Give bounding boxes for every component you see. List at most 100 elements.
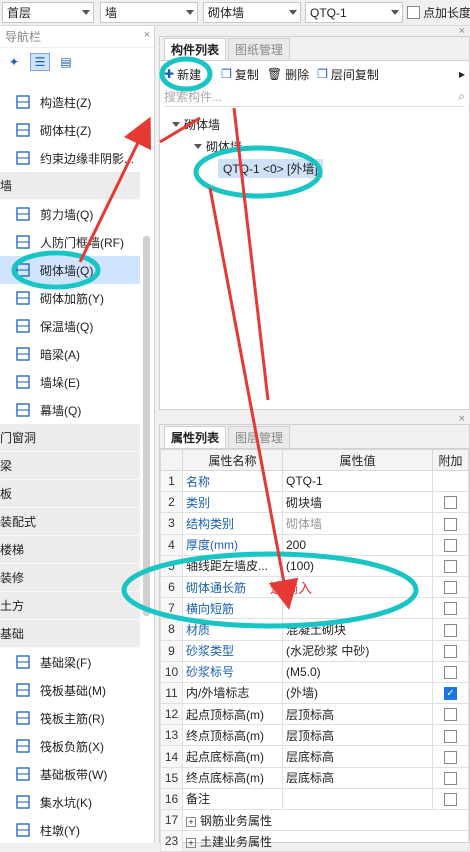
close-icon[interactable]: × xyxy=(459,413,465,425)
tab-component-list[interactable]: 构件列表 xyxy=(164,38,227,60)
table-row[interactable]: 23 + 土建业务属性 xyxy=(160,830,469,852)
new-button[interactable]: ✚ 新建 xyxy=(164,66,201,83)
checkbox-icon[interactable] xyxy=(444,517,457,531)
tree-node-root[interactable]: 砌体墙 xyxy=(160,113,469,135)
property-value[interactable]: 砌块墙 xyxy=(282,491,433,514)
nav-item[interactable]: 基础板带(W) xyxy=(0,760,140,788)
nav-category[interactable]: 板 xyxy=(0,480,140,508)
nav-item[interactable]: 幕墙(Q) xyxy=(0,396,140,424)
tree-node-child[interactable]: 砌体墙 xyxy=(160,135,469,157)
checkbox-icon[interactable] xyxy=(444,793,457,807)
sparkle-icon[interactable]: ✦ xyxy=(4,53,24,71)
property-value[interactable]: 层底标高 xyxy=(282,745,433,768)
property-value[interactable]: (M5.0) xyxy=(282,660,433,683)
table-row[interactable]: 6 砌体通长筋 xyxy=(160,575,469,599)
property-value[interactable] xyxy=(282,597,433,620)
table-row[interactable]: 12 起点顶标高(m) 层顶标高 xyxy=(160,703,469,726)
subtype-select[interactable]: 砌体墙 xyxy=(203,2,301,23)
table-row[interactable]: 14 起点底标高(m) 层底标高 xyxy=(160,745,469,768)
checkbox-icon[interactable] xyxy=(444,602,457,616)
table-row[interactable]: 13 终点顶标高(m) 层顶标高 xyxy=(160,724,469,747)
add-length-checkbox[interactable]: 点加长度 xyxy=(407,4,470,21)
property-value[interactable]: 混凝土砌块 xyxy=(282,618,433,641)
property-value[interactable]: 层顶标高 xyxy=(282,724,433,747)
search-input[interactable]: 搜索构件... xyxy=(164,88,222,105)
nav-item[interactable]: 保温墙(Q) xyxy=(0,312,140,340)
checkbox-icon[interactable] xyxy=(444,708,457,722)
table-row[interactable]: 5 轴线距左墙皮... (100) xyxy=(160,554,469,577)
checkbox-icon[interactable] xyxy=(407,6,420,19)
table-row[interactable]: 7 横向短筋 xyxy=(160,597,469,620)
detail-view-icon[interactable]: ▤ xyxy=(56,53,76,71)
nav-category[interactable]: 装修 xyxy=(0,564,140,592)
table-row[interactable]: 16 备注 xyxy=(160,787,469,811)
tree-node-leaf[interactable]: QTQ-1 <0> [外墙] xyxy=(160,157,469,179)
expand-plus-icon[interactable]: + xyxy=(186,816,196,827)
property-value[interactable]: 层底标高 xyxy=(282,766,433,789)
table-row[interactable]: 17 + 钢筋业务属性 xyxy=(160,808,469,832)
table-row[interactable]: 15 终点底标高(m) 层底标高 xyxy=(160,766,469,789)
floor-copy-button[interactable]: ❐ 层间复制 xyxy=(317,66,379,83)
property-value[interactable] xyxy=(282,787,433,811)
nav-item[interactable]: 筏板主筋(R) xyxy=(0,704,140,732)
expand-icon[interactable] xyxy=(194,143,202,149)
nav-category[interactable]: 土方 xyxy=(0,592,140,620)
more-icon[interactable]: ▸ xyxy=(459,67,465,81)
property-value[interactable]: 层顶标高 xyxy=(282,703,433,726)
nav-item[interactable]: 墙垛(E) xyxy=(0,368,140,396)
table-row[interactable]: 1 名称 QTQ-1 xyxy=(160,469,469,493)
expand-icon[interactable] xyxy=(172,121,180,127)
list-view-icon[interactable]: ☰ xyxy=(30,53,50,71)
nav-category[interactable]: 门窗洞 xyxy=(0,424,140,452)
checkbox-icon[interactable] xyxy=(444,623,457,637)
table-row[interactable]: 9 砂浆类型 (水泥砂浆 中砂) xyxy=(160,639,469,662)
property-value[interactable]: 砌体墙 xyxy=(282,512,433,535)
property-value[interactable]: QTQ-1 xyxy=(282,469,433,493)
nav-category[interactable]: 装配式 xyxy=(0,508,140,536)
checkbox-icon[interactable] xyxy=(444,538,457,552)
nav-item[interactable]: 约束边缘非阴影... xyxy=(0,144,140,172)
nav-item[interactable]: 砌体柱(Z) xyxy=(0,116,140,144)
table-row[interactable]: 10 砂浆标号 (M5.0) xyxy=(160,660,469,683)
copy-button[interactable]: ❐ 复制 xyxy=(221,66,259,83)
nav-category[interactable]: 楼梯 xyxy=(0,536,140,564)
nav-item[interactable]: 砌体加筋(Y) xyxy=(0,284,140,312)
nav-item[interactable]: 砌体墙(Q) xyxy=(0,256,140,284)
nav-item[interactable]: 柱墩(Y) xyxy=(0,816,140,844)
component-search[interactable]: 搜索构件... ⌕ xyxy=(164,87,465,107)
table-row[interactable]: 2 类别 砌块墙 xyxy=(160,491,469,514)
component-select[interactable]: QTQ-1 xyxy=(305,2,403,23)
nav-item[interactable]: 构造柱(Z) xyxy=(0,88,140,116)
property-value[interactable]: 200 xyxy=(282,533,433,556)
checkbox-icon[interactable] xyxy=(444,750,457,764)
nav-scrollbar[interactable] xyxy=(143,236,150,616)
tab-property-list[interactable]: 属性列表 xyxy=(164,426,227,448)
checkbox-icon[interactable]: ✓ xyxy=(444,687,457,701)
checkbox-icon[interactable] xyxy=(444,581,457,595)
close-icon[interactable]: × xyxy=(144,29,150,41)
nav-item[interactable]: 暗梁(A) xyxy=(0,340,140,368)
checkbox-icon[interactable] xyxy=(444,560,457,573)
nav-category[interactable]: 梁 xyxy=(0,452,140,480)
type-select[interactable]: 墙 xyxy=(100,2,198,23)
nav-item[interactable]: 集水坑(K) xyxy=(0,788,140,816)
nav-category[interactable]: 墙 xyxy=(0,172,140,200)
property-value[interactable] xyxy=(282,575,433,599)
nav-item[interactable]: 人防门框墙(RF) xyxy=(0,228,140,256)
nav-category[interactable]: 基础 xyxy=(0,620,140,648)
nav-item[interactable]: 剪力墙(Q) xyxy=(0,200,140,228)
checkbox-icon[interactable] xyxy=(444,496,457,510)
table-row[interactable]: 8 材质 混凝土砌块 xyxy=(160,618,469,641)
checkbox-icon[interactable] xyxy=(444,771,457,785)
tab-layer-management[interactable]: 图层管理 xyxy=(228,426,291,448)
tab-drawing-management[interactable]: 图纸管理 xyxy=(228,38,291,60)
table-row[interactable]: 3 结构类别 砌体墙 xyxy=(160,512,469,535)
table-row[interactable]: 11 内/外墙标志 (外墙) ✓ xyxy=(160,681,469,705)
property-value[interactable]: (100) xyxy=(282,554,433,577)
search-icon[interactable]: ⌕ xyxy=(458,89,465,104)
property-value[interactable]: (水泥砂浆 中砂) xyxy=(282,639,433,662)
nav-item[interactable]: 筏板负筋(X) xyxy=(0,732,140,760)
floor-select[interactable]: 首层 xyxy=(2,2,94,23)
delete-button[interactable]: 🗑 删除 xyxy=(267,66,309,83)
table-row[interactable]: 4 厚度(mm) 200 xyxy=(160,533,469,556)
